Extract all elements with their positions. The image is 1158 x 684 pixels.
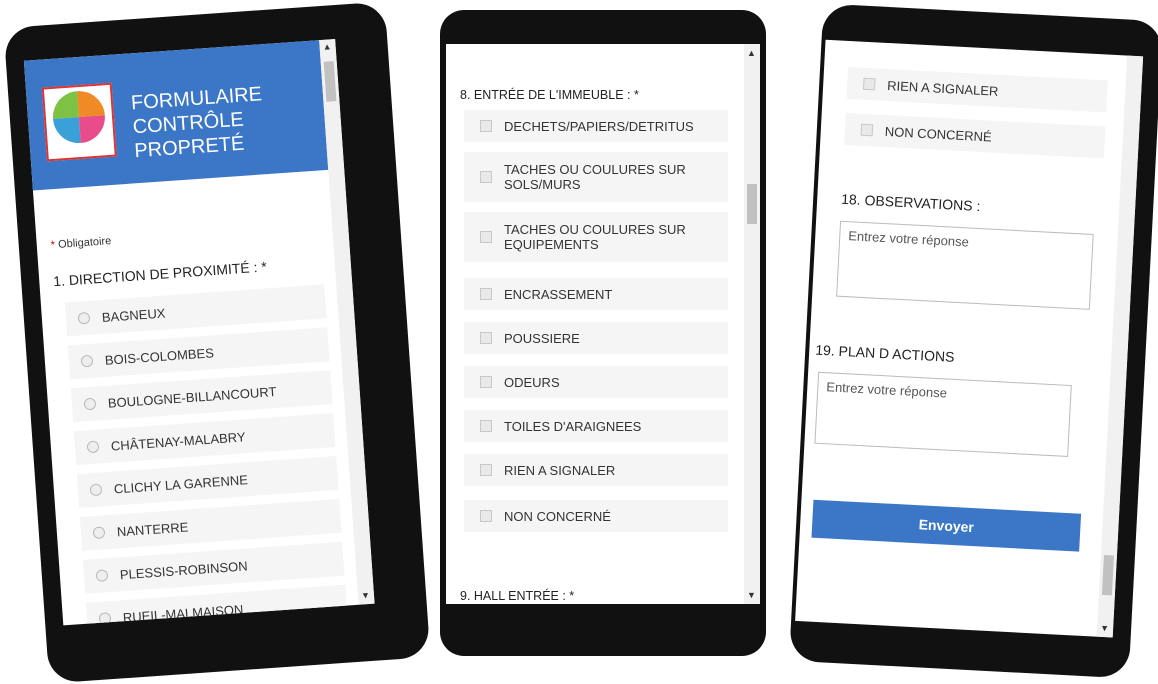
question-1-title: 1. DIRECTION DE PROXIMITÉ : * bbox=[52, 258, 268, 290]
form-screen-2[interactable]: 8. ENTRÉE DE L'IMMEUBLE : * DECHETS/PAPI… bbox=[446, 44, 760, 604]
checkbox-option-label: NON CONCERNÉ bbox=[884, 123, 993, 145]
checkbox-option[interactable]: POUSSIERE bbox=[464, 322, 728, 354]
checkbox-option[interactable]: NON CONCERNÉ bbox=[464, 500, 728, 532]
logo bbox=[41, 82, 117, 162]
radio-button[interactable] bbox=[80, 354, 94, 368]
question-19-title: 19. PLAN D ACTIONS bbox=[814, 341, 955, 365]
form-title: FORMULAIRE CONTRÔLE PROPRETÉ bbox=[130, 78, 327, 163]
checkbox-option-label: DECHETS/PAPIERS/DETRITUS bbox=[504, 118, 694, 134]
scroll-down-icon[interactable]: ▼ bbox=[1100, 623, 1109, 633]
checkbox[interactable] bbox=[480, 464, 492, 476]
radio-option-label: RUEIL-MALMAISON bbox=[122, 601, 244, 625]
form-screen-3[interactable]: RIEN A SIGNALER NON CONCERNÉ 18. OBSERVA… bbox=[795, 39, 1144, 638]
radio-option-label: NANTERRE bbox=[116, 518, 189, 539]
required-note: * Obligatoire bbox=[50, 235, 111, 251]
radio-option-label: PLESSIS-ROBINSON bbox=[119, 557, 249, 582]
checkbox-option-label: ENCRASSEMENT bbox=[504, 286, 613, 302]
checkbox[interactable] bbox=[480, 420, 492, 432]
radio-option[interactable]: CLICHY LA GARENNE bbox=[76, 455, 339, 509]
required-star: * bbox=[50, 239, 56, 252]
scrollbar-thumb[interactable] bbox=[323, 61, 337, 102]
checkbox-option[interactable]: RIEN A SIGNALER bbox=[846, 66, 1108, 113]
radio-option[interactable]: NANTERRE bbox=[79, 498, 342, 551]
scroll-down-icon[interactable]: ▼ bbox=[747, 590, 756, 600]
scroll-up-icon[interactable]: ▲ bbox=[747, 48, 756, 58]
checkbox-option-label: RIEN A SIGNALER bbox=[886, 77, 999, 99]
checkbox-option[interactable]: TACHES OU COULURES SUR EQUIPEMENTS bbox=[464, 212, 728, 262]
radio-option-label: BOIS-COLOMBES bbox=[104, 344, 215, 368]
radio-option[interactable]: BOIS-COLOMBES bbox=[67, 327, 330, 380]
checkbox-option[interactable]: NON CONCERNÉ bbox=[844, 112, 1106, 159]
checkbox-option-label: POUSSIERE bbox=[504, 330, 580, 346]
radio-option-label: BOULOGNE-BILLANCOURT bbox=[107, 383, 277, 411]
radio-button[interactable] bbox=[92, 526, 106, 540]
radio-option[interactable]: BOULOGNE-BILLANCOURT bbox=[70, 370, 333, 423]
phone-frame-1: FORMULAIRE CONTRÔLE PROPRETÉ * Obligatoi… bbox=[3, 1, 431, 684]
checkbox-option[interactable]: ODEURS bbox=[464, 366, 728, 398]
question-18-title: 18. OBSERVATIONS : bbox=[840, 190, 981, 215]
scrollbar-thumb[interactable] bbox=[1101, 554, 1114, 596]
radio-button[interactable] bbox=[89, 483, 103, 497]
checkbox-option-label: NON CONCERNÉ bbox=[504, 508, 611, 524]
observations-textarea[interactable]: Entrez votre réponse bbox=[836, 220, 1094, 310]
checkbox-option[interactable]: TOILES D'ARAIGNEES bbox=[464, 410, 728, 442]
checkbox-option-label: RIEN A SIGNALER bbox=[504, 462, 616, 478]
checkbox-option[interactable]: TACHES OU COULURES SUR SOLS/MURS bbox=[464, 152, 728, 202]
checkbox[interactable] bbox=[480, 231, 492, 243]
checkbox-option-label: TACHES OU COULURES SUR bbox=[504, 222, 686, 237]
radio-button[interactable] bbox=[98, 612, 112, 625]
radio-button[interactable] bbox=[77, 311, 91, 325]
scroll-down-icon[interactable]: ▼ bbox=[361, 590, 371, 601]
checkbox-option[interactable]: RIEN A SIGNALER bbox=[464, 454, 728, 486]
question-9-title: 9. HALL ENTRÉE : * bbox=[460, 589, 575, 603]
checkbox[interactable] bbox=[862, 77, 876, 91]
checkbox[interactable] bbox=[480, 288, 492, 300]
radio-button[interactable] bbox=[86, 440, 100, 454]
scrollbar[interactable]: ▲ ▼ bbox=[744, 44, 760, 604]
radio-option[interactable]: CHÂTENAY-MALABRY bbox=[73, 413, 336, 466]
checkbox-option-label: SOLS/MURS bbox=[504, 177, 581, 192]
plan-actions-textarea[interactable]: Entrez votre réponse bbox=[814, 371, 1072, 457]
question-8-title: 8. ENTRÉE DE L'IMMEUBLE : * bbox=[460, 88, 639, 102]
form-screen-1[interactable]: FORMULAIRE CONTRÔLE PROPRETÉ * Obligatoi… bbox=[23, 39, 375, 626]
checkbox-option-label: ODEURS bbox=[504, 374, 560, 390]
radio-button[interactable] bbox=[83, 397, 97, 411]
checkbox-option-label: EQUIPEMENTS bbox=[504, 237, 599, 252]
checkbox[interactable] bbox=[480, 332, 492, 344]
phone-frame-3: RIEN A SIGNALER NON CONCERNÉ 18. OBSERVA… bbox=[789, 3, 1158, 679]
scroll-up-icon[interactable]: ▲ bbox=[322, 41, 332, 52]
scrollbar-thumb[interactable] bbox=[747, 184, 757, 224]
checkbox-option-label: TACHES OU COULURES SUR bbox=[504, 162, 686, 177]
radio-option[interactable]: BAGNEUX bbox=[64, 284, 327, 337]
checkbox[interactable] bbox=[480, 120, 492, 132]
radio-button[interactable] bbox=[95, 569, 109, 582]
radio-option-label: CLICHY LA GARENNE bbox=[113, 471, 249, 497]
checkbox-option[interactable]: DECHETS/PAPIERS/DETRITUS bbox=[464, 110, 728, 142]
required-label: Obligatoire bbox=[57, 235, 112, 251]
submit-button[interactable]: Envoyer bbox=[811, 499, 1082, 552]
checkbox-option-label: TOILES D'ARAIGNEES bbox=[504, 418, 642, 434]
checkbox[interactable] bbox=[860, 123, 874, 137]
checkbox[interactable] bbox=[480, 171, 492, 183]
checkbox[interactable] bbox=[480, 376, 492, 388]
form-header: FORMULAIRE CONTRÔLE PROPRETÉ bbox=[23, 40, 329, 191]
radio-option-label: BAGNEUX bbox=[101, 305, 166, 325]
checkbox-option[interactable]: ENCRASSEMENT bbox=[464, 278, 728, 310]
phone-frame-2: 8. ENTRÉE DE L'IMMEUBLE : * DECHETS/PAPI… bbox=[440, 10, 766, 656]
checkbox[interactable] bbox=[480, 510, 492, 522]
radio-option-label: CHÂTENAY-MALABRY bbox=[110, 428, 246, 454]
radio-option[interactable]: PLESSIS-ROBINSON bbox=[82, 541, 345, 594]
